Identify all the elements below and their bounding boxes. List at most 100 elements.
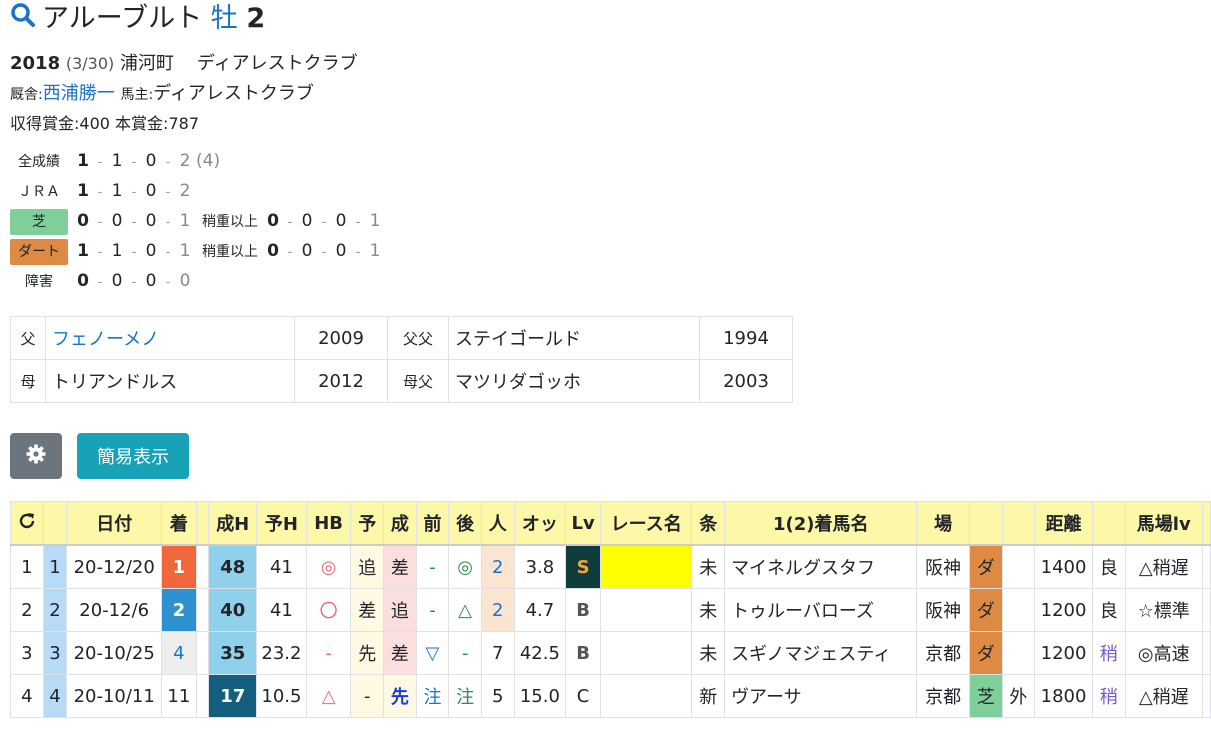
horse-age: 2 (246, 3, 266, 34)
course-cell: 阪神 (916, 588, 970, 632)
column-header[interactable]: HB (305, 501, 352, 546)
record-value: 0 (77, 211, 89, 231)
result-style-cell: 差 (383, 544, 417, 589)
record-value: 0 (301, 211, 313, 231)
inout-cell: 外 (1001, 674, 1036, 718)
edge-cell (1201, 674, 1211, 718)
condition-cell: 未 (691, 588, 726, 632)
dam-year: 2012 (294, 359, 388, 403)
sire-link[interactable]: フェノーメノ (52, 329, 159, 350)
column-header[interactable]: 条 (691, 501, 726, 546)
column-header[interactable] (195, 501, 210, 546)
back-cell: 注 (448, 674, 482, 718)
column-header[interactable]: 予H (256, 501, 307, 546)
level-cell: B (565, 588, 601, 632)
record-separator: - (131, 245, 137, 260)
refresh-icon[interactable] (17, 512, 37, 536)
dam-label: 母 (10, 359, 46, 403)
main-prize: 787 (168, 114, 199, 133)
column-header[interactable] (1001, 501, 1036, 546)
search-icon[interactable] (10, 2, 36, 37)
simple-view-button[interactable]: 簡易表示 (77, 433, 189, 479)
column-header[interactable]: Lv (565, 501, 601, 546)
race-name-cell[interactable] (599, 544, 693, 589)
track-level-cell: △稍遅 (1124, 674, 1203, 718)
dam-sire-label: 母父 (387, 359, 449, 403)
column-header[interactable]: オッ (513, 501, 567, 546)
record-value: 1 (77, 241, 89, 261)
popularity-cell: 5 (480, 674, 515, 718)
table-row[interactable]: 2 2 20-12/6 2 40 41 〇差追 - △ 2 4.7 B 未トゥルーバローズ 阪神ダ 1200… (10, 588, 1211, 632)
pred-h-cell: 41 (256, 588, 307, 632)
settings-button[interactable] (10, 433, 62, 479)
odds-cell: 15.0 (513, 674, 567, 718)
column-header[interactable]: 前 (415, 501, 450, 546)
level-cell: B (565, 631, 601, 675)
column-header[interactable]: 距離 (1034, 501, 1093, 546)
refresh-header[interactable] (10, 501, 44, 546)
column-header[interactable]: 予 (350, 501, 385, 546)
table-row[interactable]: 3 3 20-10/25 4 35 23.2- 先差 ▽ -7 42.5 B 未スギノマジェスティ 京都… (10, 631, 1211, 675)
table-row[interactable]: 1 1 20-12/20 1 48 41 ◎ 追差 - ◎ 2 3.8 S 未マイネルグスタフ 阪神ダ 140… (10, 544, 1211, 589)
race-name-cell[interactable] (599, 588, 693, 632)
record-value: 0 (77, 271, 89, 291)
record-label: 芝 (10, 209, 68, 235)
column-header[interactable] (1201, 501, 1211, 546)
front-cell: ▽ (415, 631, 450, 675)
column-header[interactable]: レース名 (599, 501, 693, 546)
race-name-cell[interactable] (599, 631, 693, 675)
column-header[interactable]: 成H (208, 501, 258, 546)
condition-cell: 新 (691, 674, 726, 718)
column-header[interactable]: 後 (448, 501, 482, 546)
rank-cell: 1 (161, 544, 197, 589)
level-cell: C (565, 674, 601, 718)
birth-year: 2018 (10, 53, 61, 74)
record-value: 0 (267, 241, 279, 261)
row-index: 3 (42, 631, 68, 675)
record-separator: - (321, 215, 327, 230)
column-header[interactable]: 成 (383, 501, 417, 546)
date-cell: 20-12/20 (66, 544, 163, 589)
winner-name-cell[interactable]: ヴアーサ (724, 674, 918, 718)
record-row: 全成績 1-1-0-2 (4) (10, 148, 220, 174)
record-sub-label: 稍重以上 (202, 244, 258, 260)
record-separator: - (97, 245, 103, 260)
record-value: 0 (145, 151, 157, 171)
record-separator: - (355, 245, 361, 260)
spacer-cell (195, 631, 210, 675)
date-cell: 20-10/25 (66, 631, 163, 675)
winner-name-cell[interactable]: マイネルグスタフ (724, 544, 918, 589)
breeder: ディアレストクラブ (196, 53, 358, 74)
surface-cell: ダ (968, 544, 1003, 589)
winner-name-cell[interactable]: トゥルーバローズ (724, 588, 918, 632)
column-header[interactable]: 馬場lv (1124, 501, 1203, 546)
record-label: ダート (10, 239, 68, 265)
record-separator: - (165, 185, 171, 200)
birth-date: (3/30) (65, 54, 115, 73)
column-header[interactable]: 1(2)着馬名 (724, 501, 918, 546)
row-number: 1 (10, 544, 44, 589)
race-name-cell[interactable] (599, 674, 693, 718)
sire-sire-year: 1994 (699, 316, 793, 360)
table-row[interactable]: 4 4 20-10/11 11 17 10.5 △ - 先注注 5 15.0 C 新ヴアーサ 京都芝外 18… (10, 674, 1211, 718)
trainer-link[interactable]: 西浦勝一 (43, 83, 115, 104)
column-header[interactable] (42, 501, 68, 546)
column-header[interactable] (1091, 501, 1126, 546)
record-row: ダート 1-1-0-1 稍重以上 0-0-0-1 (10, 238, 382, 265)
column-header[interactable]: 場 (916, 501, 970, 546)
column-header[interactable]: 日付 (66, 501, 163, 546)
spacer-cell (195, 674, 210, 718)
popularity-cell: 2 (480, 544, 515, 589)
horse-name: アルーブルト (42, 3, 203, 34)
row-number: 2 (10, 588, 44, 632)
winner-name-cell[interactable]: スギノマジェスティ (724, 631, 918, 675)
result-style-cell: 先 (383, 674, 417, 718)
front-cell: 注 (415, 674, 450, 718)
column-header[interactable]: 人 (480, 501, 515, 546)
column-header[interactable] (968, 501, 1003, 546)
column-header[interactable]: 着 (161, 501, 197, 546)
prize-line: 収得賞金:400 本賞金:787 (10, 110, 199, 134)
horse-sex: 牡 (210, 3, 238, 34)
inout-cell (1001, 631, 1036, 675)
rank-cell: 2 (161, 588, 197, 632)
